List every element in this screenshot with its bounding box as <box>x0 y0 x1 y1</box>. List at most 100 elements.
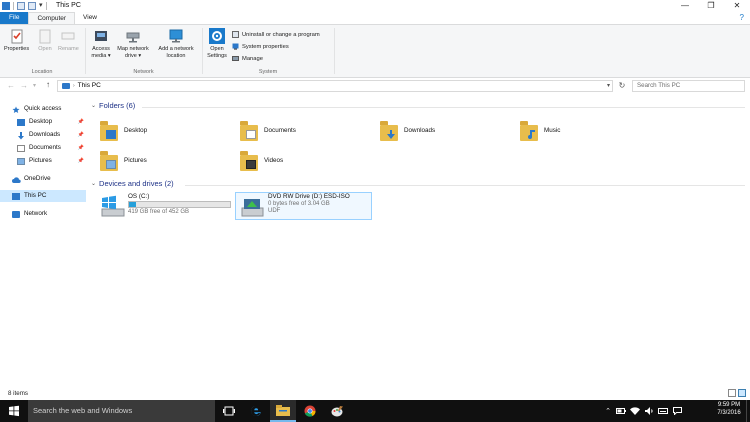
paint-icon[interactable] <box>324 400 350 422</box>
folder-icon <box>520 119 540 141</box>
devices-group-header[interactable]: ⌄ Devices and drives (2) <box>91 179 174 188</box>
up-icon[interactable]: ↑ <box>46 80 50 90</box>
nav-downloads[interactable]: Downloads 📌 <box>0 129 86 141</box>
nav-label: Desktop <box>29 118 53 125</box>
folder-label: Documents <box>264 126 296 134</box>
pictures-icon <box>17 157 25 165</box>
minimize-button[interactable]: — <box>672 0 698 12</box>
refresh-icon[interactable]: ↻ <box>616 80 628 92</box>
group-network: Access media ▾ Map network drive ▾ Add a… <box>86 25 201 77</box>
tab-file[interactable]: File <box>0 12 29 24</box>
drive-usage-fill <box>129 202 137 207</box>
properties-label: Properties <box>4 46 30 52</box>
open-button[interactable]: Open <box>37 28 53 53</box>
folder-pictures[interactable]: Pictures <box>100 149 147 171</box>
desktop-icon <box>17 118 25 126</box>
rename-label: Rename <box>58 46 79 52</box>
volume-icon[interactable] <box>642 407 656 415</box>
folder-desktop[interactable]: Desktop <box>100 119 147 141</box>
folder-documents[interactable]: Documents <box>240 119 296 141</box>
drive-d[interactable]: DVD RW Drive (D:) ESD-ISO 0 bytes free o… <box>235 192 372 220</box>
nav-label: Pictures <box>29 157 52 164</box>
folder-videos[interactable]: Videos <box>240 149 283 171</box>
pin-icon[interactable]: 📌 <box>78 142 84 154</box>
nav-documents[interactable]: Documents 📌 <box>0 142 86 154</box>
new-folder-quick-icon[interactable] <box>28 2 36 10</box>
ribbon-tabs: File Computer View <box>0 12 750 24</box>
nav-network[interactable]: Network <box>0 208 86 220</box>
task-view-icon[interactable] <box>216 400 242 422</box>
nav-this-pc[interactable]: This PC <box>0 190 86 202</box>
address-bar[interactable]: › This PC ▾ <box>57 80 613 92</box>
nav-label: Quick access <box>24 105 62 112</box>
nav-label: Downloads <box>29 131 61 138</box>
back-icon[interactable]: ← <box>7 81 15 91</box>
music-note-icon <box>528 130 535 139</box>
map-network-drive-button[interactable]: Map network drive ▾ <box>113 28 153 59</box>
add-network-location-label: Add a network location <box>158 46 194 59</box>
folders-group-header[interactable]: ⌄ Folders (6) <box>91 101 135 110</box>
drive-c[interactable]: OS (C:) 419 GB free of 452 GB <box>96 193 236 221</box>
open-settings-label: Open Settings <box>207 46 227 59</box>
nav-pictures[interactable]: Pictures 📌 <box>0 155 86 167</box>
add-network-location-button[interactable]: Add a network location <box>154 28 198 59</box>
nav-onedrive[interactable]: OneDrive <box>0 173 86 185</box>
folder-downloads[interactable]: Downloads <box>380 119 435 141</box>
nav-desktop[interactable]: Desktop 📌 <box>0 116 86 128</box>
forward-icon[interactable]: → <box>20 81 28 91</box>
system-properties-label: System properties <box>242 43 289 50</box>
maximize-button[interactable]: ❐ <box>698 0 724 12</box>
view-toggle <box>728 389 746 397</box>
taskbar-search-box[interactable]: Search the web and Windows <box>28 400 215 422</box>
show-hidden-icons-icon[interactable]: ⌃ <box>602 407 614 415</box>
nav-label: Documents <box>29 144 61 151</box>
status-item-count: 8 items <box>8 390 28 397</box>
rename-button[interactable]: Rename <box>58 28 79 53</box>
details-view-icon[interactable] <box>728 389 736 397</box>
tiles-view-icon[interactable] <box>738 389 746 397</box>
properties-quick-icon[interactable] <box>17 2 25 10</box>
show-desktop-button[interactable] <box>746 400 750 422</box>
keyboard-icon[interactable] <box>656 408 670 414</box>
breadcrumb[interactable]: This PC <box>78 81 101 91</box>
download-icon <box>387 130 395 139</box>
recent-locations-icon[interactable]: ▾ <box>33 81 36 91</box>
tab-computer[interactable]: Computer <box>28 12 76 24</box>
edge-icon[interactable] <box>243 400 269 422</box>
group-label-network: Network <box>133 69 154 75</box>
system-properties-button[interactable]: System properties <box>232 43 289 50</box>
close-button[interactable]: ✕ <box>724 0 750 12</box>
help-icon[interactable]: ? <box>740 13 744 22</box>
customize-toolbar-icon[interactable]: ▾ <box>39 2 43 10</box>
clock-time: 9:59 PM <box>717 402 741 408</box>
search-input[interactable]: Search This PC <box>632 80 745 92</box>
this-pc-icon <box>2 2 10 10</box>
group-label-system: System <box>258 69 278 75</box>
access-media-button[interactable]: Access media ▾ <box>89 28 113 59</box>
battery-icon[interactable] <box>614 408 628 414</box>
nav-label: OneDrive <box>24 175 51 182</box>
nav-quick-access[interactable]: Quick access <box>0 103 86 115</box>
chat-icon[interactable] <box>670 407 684 415</box>
wifi-icon[interactable] <box>628 407 642 415</box>
uninstall-program-button[interactable]: Uninstall or change a program <box>232 31 320 38</box>
folder-music[interactable]: Music <box>520 119 560 141</box>
start-button[interactable] <box>0 400 28 422</box>
toolbar-separator <box>45 2 47 10</box>
tab-view[interactable]: View <box>75 12 105 24</box>
chrome-icon[interactable] <box>297 400 323 422</box>
collapse-chevron-icon[interactable]: ⌄ <box>91 180 96 187</box>
clock[interactable]: 9:59 PM 7/3/2016 <box>709 401 749 417</box>
pin-icon[interactable]: 📌 <box>78 129 84 141</box>
open-settings-button[interactable]: Open Settings <box>204 28 230 59</box>
properties-button[interactable]: Properties <box>4 28 29 53</box>
pin-icon[interactable]: 📌 <box>78 155 84 167</box>
folder-label: Pictures <box>124 156 147 164</box>
manage-button[interactable]: Manage <box>232 55 263 62</box>
nav-label: This PC <box>24 192 47 199</box>
pin-icon[interactable]: 📌 <box>78 116 84 128</box>
folder-label: Desktop <box>124 126 148 134</box>
address-dropdown-icon[interactable]: ▾ <box>607 81 610 91</box>
file-explorer-icon[interactable] <box>270 400 296 422</box>
collapse-chevron-icon[interactable]: ⌄ <box>91 102 96 109</box>
